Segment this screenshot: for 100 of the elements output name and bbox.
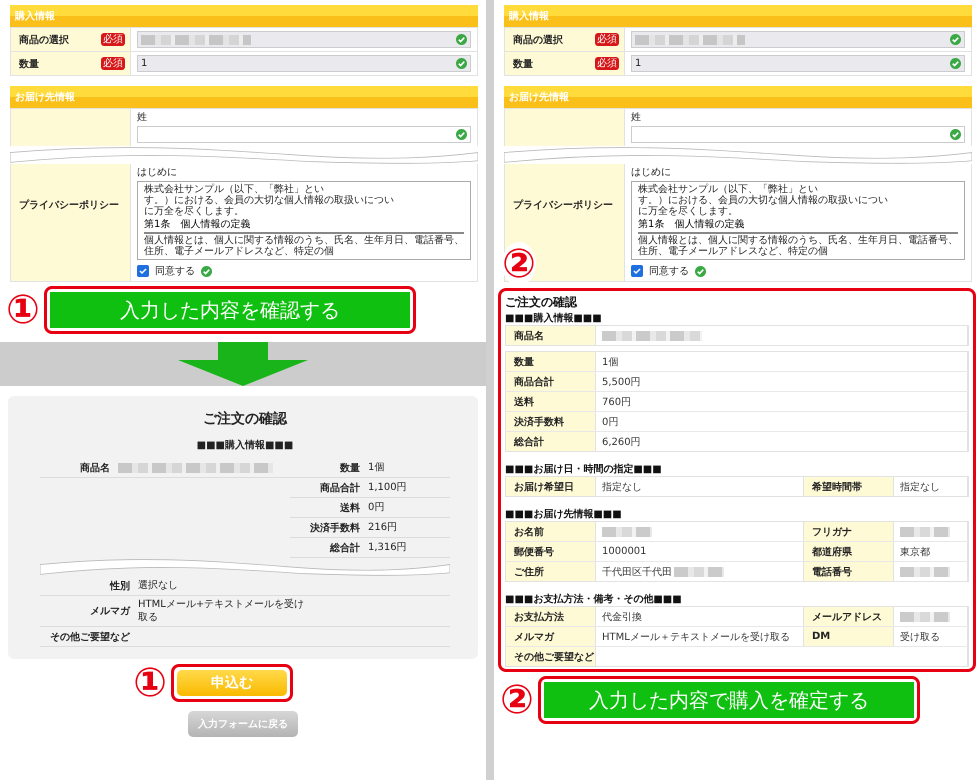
field-label: 姓 [631, 112, 642, 124]
required-badge: 必須 [595, 57, 619, 70]
policy-article-heading: 第1条 個人情報の定義 [638, 218, 958, 234]
section-heading: ■■■お支払方法・備考・その他■■■ [505, 592, 683, 606]
check-circle-icon [950, 129, 961, 140]
label-cell: 数量 [506, 352, 596, 371]
label-cell: 郵便番号 [506, 542, 596, 561]
label-cell: メールアドレス [804, 607, 894, 626]
label-cell: 商品名 [506, 326, 596, 345]
value-text: 5,500円 [602, 376, 641, 388]
label-cell: 都道府県 [804, 542, 894, 561]
select-field[interactable]: 1 [137, 55, 471, 72]
preview-value: 選択なし [138, 579, 179, 593]
label-cell: 総合計 [506, 432, 596, 451]
label-cell: 電話番号 [804, 562, 894, 581]
value-text: 受け取る [900, 630, 940, 644]
preview-value: HTMLメール+テキストメールを受け取る [138, 598, 306, 625]
input-field[interactable] [137, 126, 471, 143]
value-text: HTMLメール＋テキストメールを受け取る [602, 630, 790, 644]
value-text: 6,260円 [602, 436, 641, 448]
label-cell: 送料 [506, 392, 596, 411]
policy-text-box[interactable]: 株式会社サンプル（以下、「弊社」とい す。）における、会員の大切な個人情報の取扱いについ に万全を尽くします。 第1条 個人情報の定義 個人情報とは、個人に関する情報のうち、氏名、生年月日、電話番号、住所、電子メールアドレスなど、特定の個 [631, 181, 965, 260]
check-circle-icon [456, 34, 467, 45]
field-label: プライバシーポリシー [19, 198, 119, 212]
field-label: プライバシーポリシー [513, 198, 613, 212]
preview-label: その他ご要望など [49, 630, 130, 644]
agree-label[interactable]: 同意する [649, 264, 689, 278]
check-circle-icon [950, 34, 961, 45]
field-label: 数量 [513, 58, 533, 70]
preview-title: ご注文の確認 [202, 410, 288, 429]
required-badge: 必須 [101, 33, 125, 46]
label-cell: 商品合計 [506, 372, 596, 391]
preview-label: 決済手数料 [309, 521, 360, 534]
value-text: 指定なし [602, 480, 642, 494]
preview-section-heading: ■■■購入情報■■■ [196, 438, 294, 453]
policy-heading: はじめに [631, 167, 672, 179]
policy-text-line: に万全を尽くします。 [638, 206, 739, 217]
label-cell: ご住所 [506, 562, 596, 581]
select-field[interactable]: 1 [631, 55, 965, 72]
check-circle-icon [950, 58, 961, 69]
checkmark-icon [633, 267, 641, 275]
value-text: 1個 [602, 356, 618, 368]
value-text: 1000001 [602, 546, 647, 557]
policy-text-line: す。）における、会員の大切な個人情報の取扱いについ [638, 195, 889, 206]
policy-text-line: 株式会社サンプル（以下、「弊社」とい [144, 184, 324, 195]
value-text: 760円 [602, 396, 632, 408]
policy-text-line: す。）における、会員の大切な個人情報の取扱いについ [144, 195, 395, 206]
field-label: 数量 [19, 58, 39, 70]
required-badge: 必須 [595, 33, 619, 46]
preview-value: 1個 [368, 461, 386, 474]
label-cell: DM [804, 627, 894, 646]
check-circle-icon [695, 266, 706, 276]
input-field[interactable] [631, 126, 965, 143]
policy-heading: はじめに [137, 167, 178, 179]
preview-label: 性別 [108, 580, 130, 592]
preview-value: 1,316円 [368, 541, 408, 554]
label-cell: お支払方法 [506, 607, 596, 626]
agree-label[interactable]: 同意する [155, 264, 195, 278]
section-header: 購入情報 [10, 5, 478, 27]
select-field[interactable] [631, 31, 965, 48]
agree-checkbox[interactable] [137, 265, 149, 277]
value-text: 東京都 [900, 546, 930, 558]
field-label: 姓 [137, 112, 148, 124]
label-cell: お届け希望日 [506, 477, 596, 496]
preview-label: 商品名 [79, 461, 110, 474]
select-field[interactable] [137, 31, 471, 48]
policy-text-line: に万全を尽くします。 [144, 206, 245, 217]
policy-article-heading: 第1条 個人情報の定義 [144, 218, 464, 234]
preview-value: 216円 [368, 521, 398, 534]
label-cell: 希望時間帯 [804, 477, 894, 496]
policy-text-line: 個人情報とは、個人に関する情報のうち、氏名、生年月日、電話番号、住所、電子メールアドレスなど、特定の個 [144, 235, 464, 257]
value-text: 代金引換 [602, 610, 642, 624]
down-arrow-icon [178, 342, 308, 386]
agree-checkbox[interactable] [631, 265, 643, 277]
section-header: 購入情報 [504, 5, 972, 27]
required-badge: 必須 [101, 57, 125, 70]
checkmark-icon [139, 267, 147, 275]
policy-text-box[interactable]: 株式会社サンプル（以下、「弊社」とい す。）における、会員の大切な個人情報の取扱いについ に万全を尽くします。 第1条 個人情報の定義 個人情報とは、個人に関する情報のうち、氏名、生年月日、電話番号、住所、電子メールアドレスなど、特定の個 [137, 181, 471, 260]
section-header: お届け先情報 [10, 86, 478, 108]
policy-text-line: 株式会社サンプル（以下、「弊社」とい [638, 184, 818, 195]
value-text: 指定なし [900, 480, 940, 494]
preview-value: 0円 [368, 501, 386, 514]
label-cell: メルマガ [506, 627, 596, 646]
value-text: 千代田区千代田 [602, 566, 672, 578]
preview-label: メルマガ [89, 605, 130, 618]
preview-label: 送料 [339, 502, 360, 514]
confirmation-title: ご注文の確認 [505, 294, 578, 311]
field-label: 商品の選択 [513, 33, 563, 46]
preview-label: 総合計 [328, 542, 360, 554]
section-heading: ■■■購入情報■■■ [505, 312, 603, 325]
check-circle-icon [456, 58, 467, 69]
check-circle-icon [456, 129, 467, 140]
section-header: お届け先情報 [504, 86, 972, 108]
label-cell: 決済手数料 [506, 412, 596, 431]
label-cell: お名前 [506, 522, 596, 541]
policy-text-line: 個人情報とは、個人に関する情報のうち、氏名、生年月日、電話番号、住所、電子メールアドレスなど、特定の個 [638, 235, 958, 257]
preview-value: 1,100円 [368, 481, 408, 494]
value-text: 0円 [602, 416, 618, 428]
preview-label: 数量 [338, 462, 360, 474]
check-circle-icon [201, 266, 212, 276]
